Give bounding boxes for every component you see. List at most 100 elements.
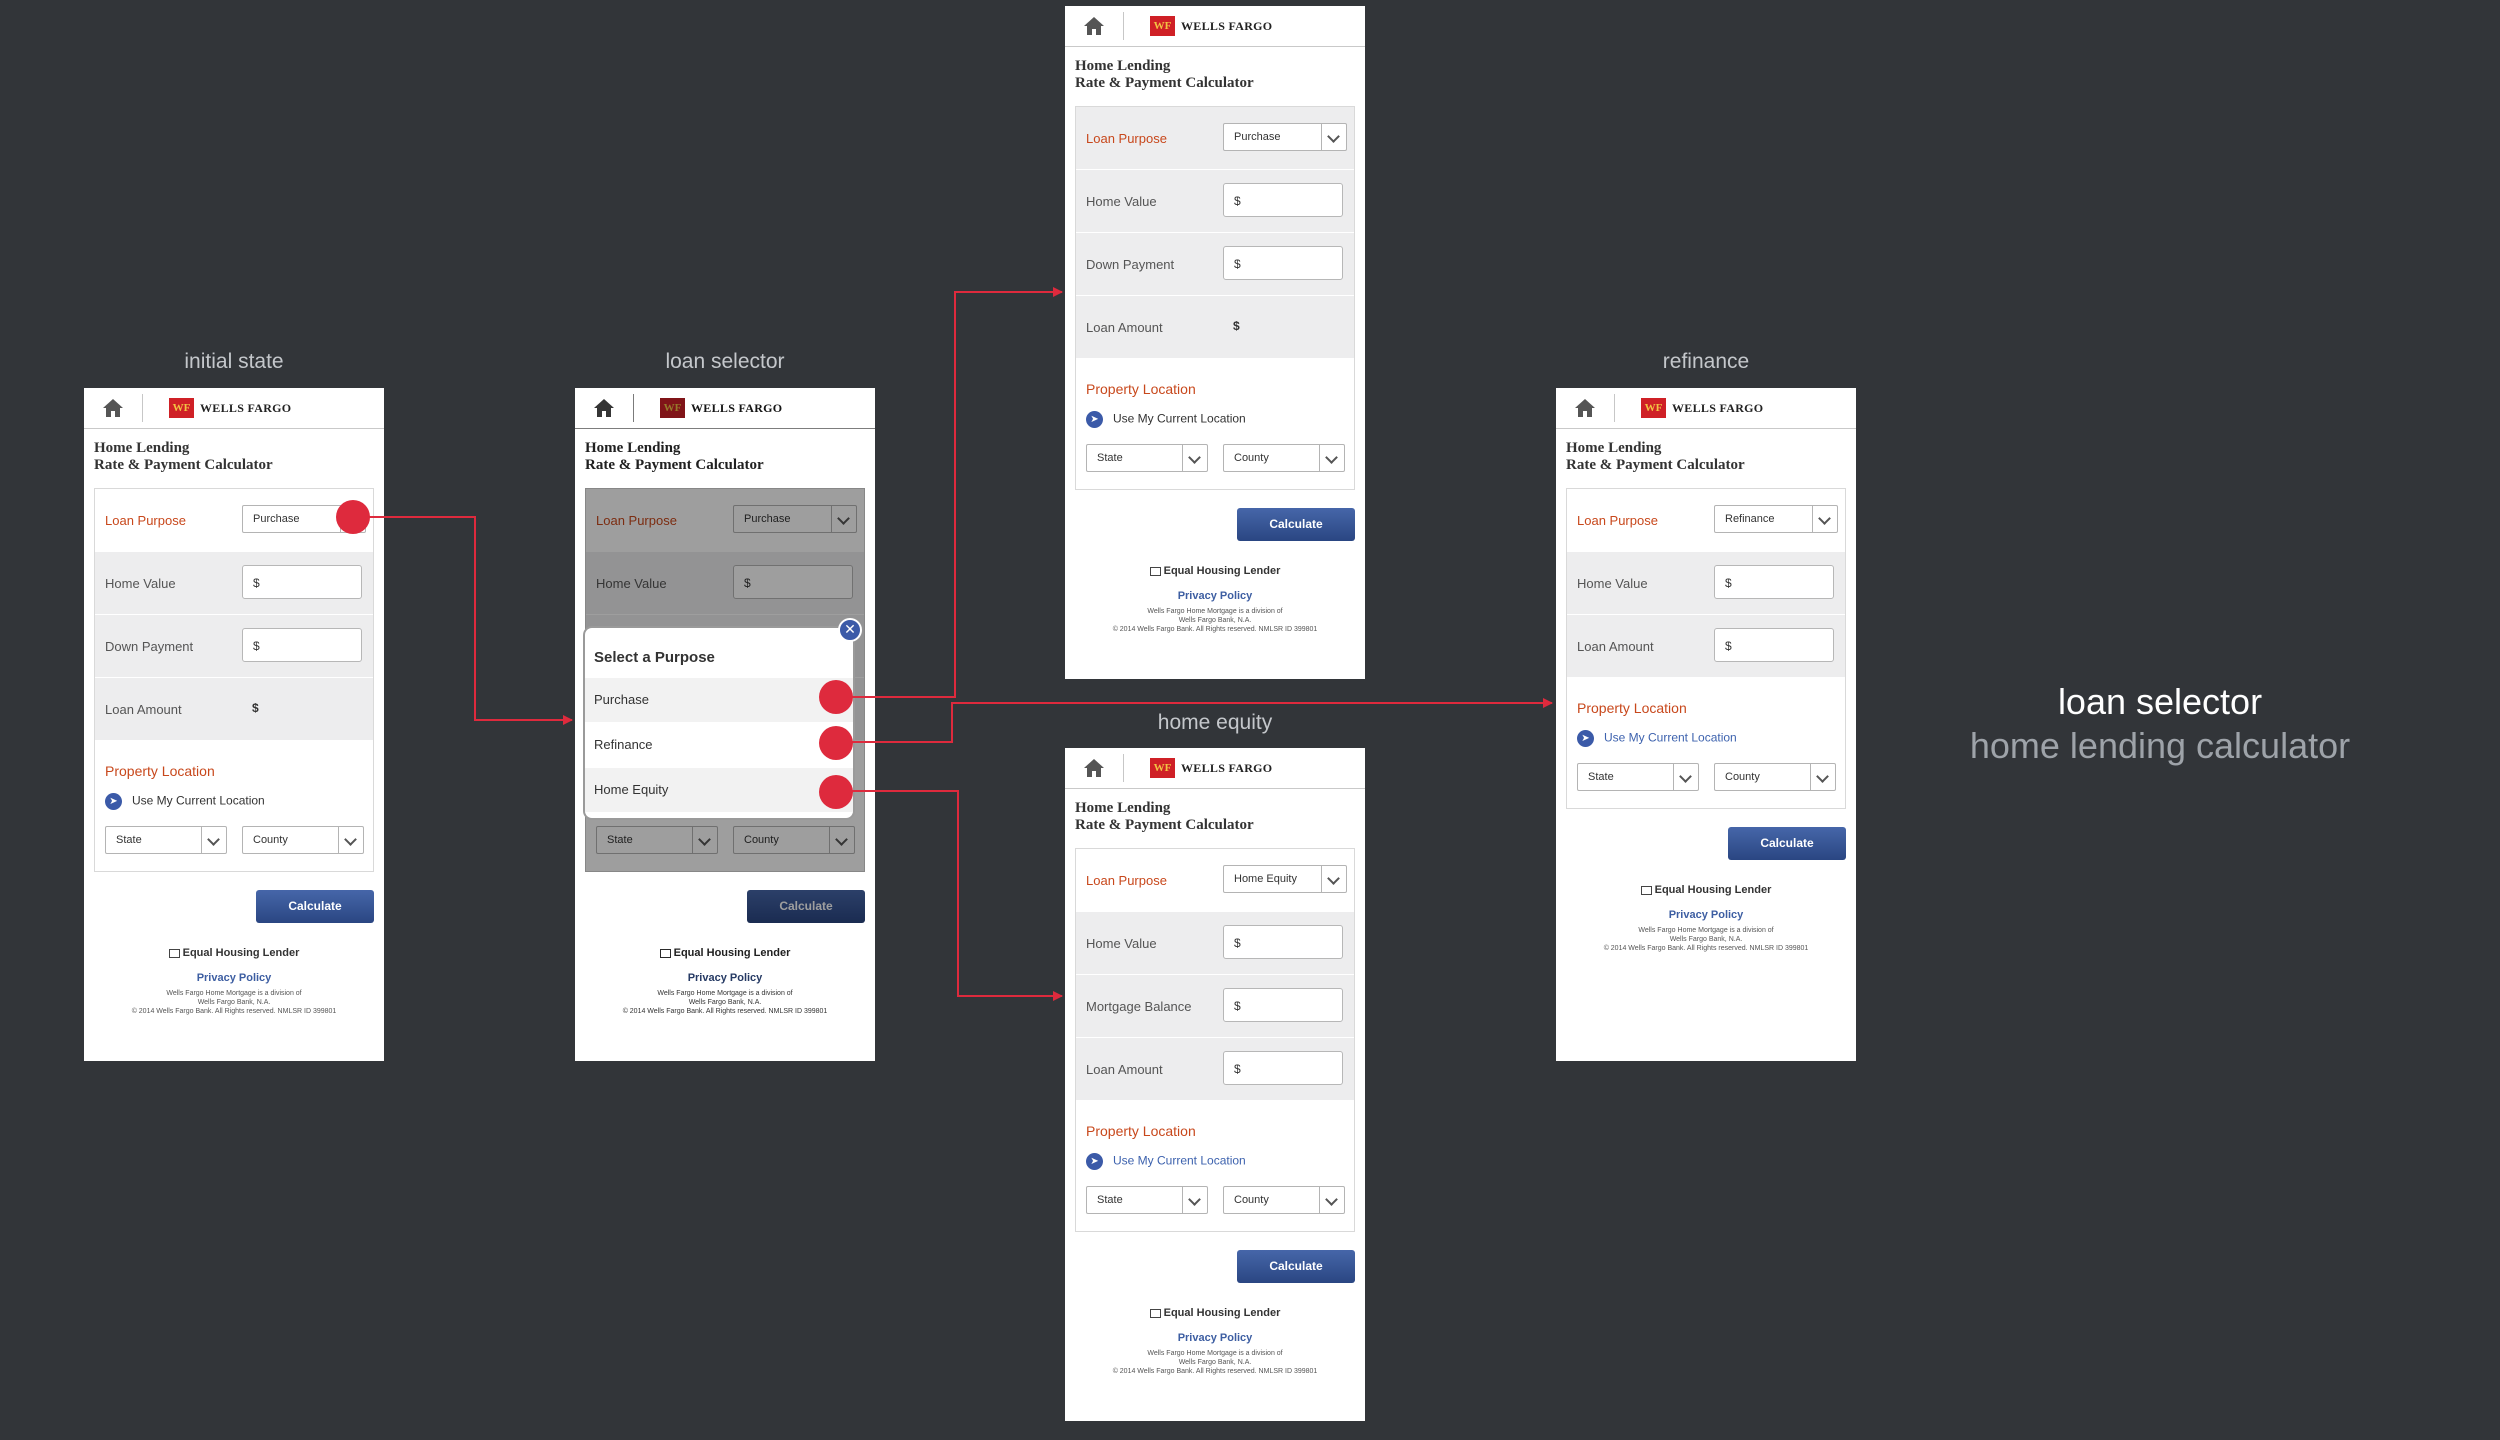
- loan-purpose-row: Loan Purpose Purchase: [95, 489, 373, 552]
- home-icon[interactable]: [102, 398, 124, 418]
- legal-text: Wells Fargo Home Mortgage is a division …: [1603, 927, 1809, 952]
- calculate-button[interactable]: Calculate: [1728, 827, 1846, 860]
- state-select[interactable]: State: [1086, 444, 1208, 472]
- screen-home-equity: WF WELLS FARGO Home Lending Rate & Paymen…: [1065, 748, 1365, 1421]
- tap-hotspot-purchase[interactable]: [819, 680, 853, 714]
- property-location-section: Property Location ➤Use My Current Locati…: [1076, 1101, 1354, 1231]
- legal-text: Wells Fargo Home Mortgage is a division …: [622, 990, 828, 1015]
- loan-amount-row: Loan Amount $: [1567, 615, 1845, 678]
- loan-amount-value: $: [252, 701, 259, 715]
- privacy-policy-link[interactable]: Privacy Policy: [1065, 590, 1365, 602]
- chevron-down-icon: [1818, 512, 1831, 525]
- home-icon[interactable]: [1083, 16, 1105, 36]
- down-payment-row: Down Payment $: [95, 615, 373, 678]
- home-icon[interactable]: [1083, 758, 1105, 778]
- calculator-form: Loan Purpose Home Equity Home Value $ Mo…: [1075, 848, 1355, 1232]
- county-select[interactable]: County: [242, 826, 364, 854]
- use-location-link[interactable]: ➤Use My Current Location: [1086, 1153, 1246, 1170]
- header-divider: [633, 394, 634, 422]
- wells-fargo-logo: WF: [1150, 16, 1175, 36]
- tap-hotspot-refinance[interactable]: [819, 726, 853, 760]
- use-location-link[interactable]: ➤Use My Current Location: [1577, 730, 1737, 747]
- app-header: WF WELLS FARGO: [1065, 6, 1365, 47]
- home-value-input[interactable]: $: [1223, 925, 1343, 959]
- calculate-button[interactable]: Calculate: [1237, 508, 1355, 541]
- legal-text: Wells Fargo Home Mortgage is a division …: [1112, 608, 1318, 633]
- home-icon[interactable]: [593, 398, 615, 418]
- loan-purpose-row: Loan Purpose Purchase: [586, 489, 864, 552]
- down-payment-input[interactable]: $: [1223, 246, 1343, 280]
- calculate-button[interactable]: Calculate: [747, 890, 865, 923]
- down-payment-input[interactable]: $: [242, 628, 362, 662]
- loan-purpose-label: Loan Purpose: [596, 513, 677, 528]
- location-arrow-icon: ➤: [105, 793, 122, 810]
- home-value-label: Home Value: [596, 576, 667, 591]
- mortgage-balance-input[interactable]: $: [1223, 988, 1343, 1022]
- loan-amount-input[interactable]: $: [1223, 1051, 1343, 1085]
- calculate-button[interactable]: Calculate: [1237, 1250, 1355, 1283]
- location-arrow-icon: ➤: [1577, 730, 1594, 747]
- calculator-form: Loan Purpose Refinance Home Value $ Loan…: [1566, 488, 1846, 809]
- property-location-section: Property Location ➤Use My Current Locati…: [95, 741, 373, 871]
- home-value-row: Home Value $: [1076, 912, 1354, 975]
- county-select[interactable]: County: [1714, 763, 1836, 791]
- calculator-form: Loan Purpose Purchase Home Value $ Down …: [94, 488, 374, 872]
- state-select[interactable]: State: [1086, 1186, 1208, 1214]
- use-location-link[interactable]: ➤Use My Current Location: [1086, 411, 1246, 428]
- page-title: Home Lending Rate & Payment Calculator: [94, 440, 273, 473]
- home-value-input[interactable]: $: [1714, 565, 1834, 599]
- state-select[interactable]: State: [596, 826, 718, 854]
- wells-fargo-logo: WF: [1641, 398, 1666, 418]
- down-payment-row: Down Payment $: [1076, 233, 1354, 296]
- privacy-policy-link[interactable]: Privacy Policy: [84, 972, 384, 984]
- use-location-link[interactable]: ➤Use My Current Location: [105, 793, 265, 810]
- loan-amount-input[interactable]: $: [1714, 628, 1834, 662]
- home-value-label: Home Value: [1086, 194, 1157, 209]
- home-value-input[interactable]: $: [242, 565, 362, 599]
- loan-amount-value: $: [1233, 319, 1240, 333]
- option-purchase[interactable]: Purchase: [585, 678, 853, 722]
- wells-fargo-logo: WF: [1150, 758, 1175, 778]
- property-location-section: Property Location ➤Use My Current Locati…: [1076, 359, 1354, 489]
- chevron-down-icon: [835, 833, 848, 846]
- equal-housing-icon: [659, 948, 671, 958]
- tap-hotspot-home-equity[interactable]: [819, 775, 853, 809]
- calculator-form: Loan Purpose Purchase Home Value $ Down …: [1075, 106, 1355, 490]
- header-divider: [1614, 394, 1615, 422]
- county-select[interactable]: County: [1223, 444, 1345, 472]
- privacy-policy-link[interactable]: Privacy Policy: [1556, 909, 1856, 921]
- home-icon[interactable]: [1574, 398, 1596, 418]
- legal-text: Wells Fargo Home Mortgage is a division …: [1112, 1350, 1318, 1375]
- page-footer: Equal Housing Lender Privacy Policy Well…: [84, 947, 384, 1016]
- screen-initial-state: WF WELLS FARGO Home Lending Rate & Paymen…: [84, 388, 384, 1061]
- home-value-input[interactable]: $: [733, 565, 853, 599]
- property-location-heading: Property Location: [1086, 381, 1196, 397]
- home-value-input[interactable]: $: [1223, 183, 1343, 217]
- down-payment-label: Down Payment: [1086, 257, 1175, 272]
- equal-housing-icon: [168, 948, 180, 958]
- close-icon[interactable]: ✕: [838, 618, 862, 642]
- option-refinance[interactable]: Refinance: [585, 723, 853, 767]
- equal-housing-icon: [1149, 566, 1161, 576]
- county-select[interactable]: County: [733, 826, 855, 854]
- home-value-label: Home Value: [1086, 936, 1157, 951]
- calculate-button[interactable]: Calculate: [256, 890, 374, 923]
- state-select[interactable]: State: [105, 826, 227, 854]
- property-location-heading: Property Location: [1577, 700, 1687, 716]
- loan-purpose-select[interactable]: Home Equity: [1223, 865, 1347, 893]
- privacy-policy-link[interactable]: Privacy Policy: [575, 972, 875, 984]
- tap-hotspot-loan-purpose[interactable]: [336, 500, 370, 534]
- loan-purpose-select[interactable]: Refinance: [1714, 505, 1838, 533]
- wells-fargo-logo: WF: [660, 398, 685, 418]
- privacy-policy-link[interactable]: Privacy Policy: [1065, 1332, 1365, 1344]
- option-home-equity[interactable]: Home Equity: [585, 768, 853, 812]
- loan-purpose-select[interactable]: Purchase: [1223, 123, 1347, 151]
- loan-purpose-select[interactable]: Purchase: [733, 505, 857, 533]
- state-select[interactable]: State: [1577, 763, 1699, 791]
- page-footer: Equal Housing Lender Privacy Policy Well…: [1065, 565, 1365, 634]
- county-select[interactable]: County: [1223, 1186, 1345, 1214]
- page-title: Home Lending Rate & Payment Calculator: [1075, 58, 1254, 91]
- chevron-down-icon: [1188, 1193, 1201, 1206]
- modal-title: Select a Purpose: [594, 649, 715, 666]
- label-initial-state: initial state: [184, 350, 284, 373]
